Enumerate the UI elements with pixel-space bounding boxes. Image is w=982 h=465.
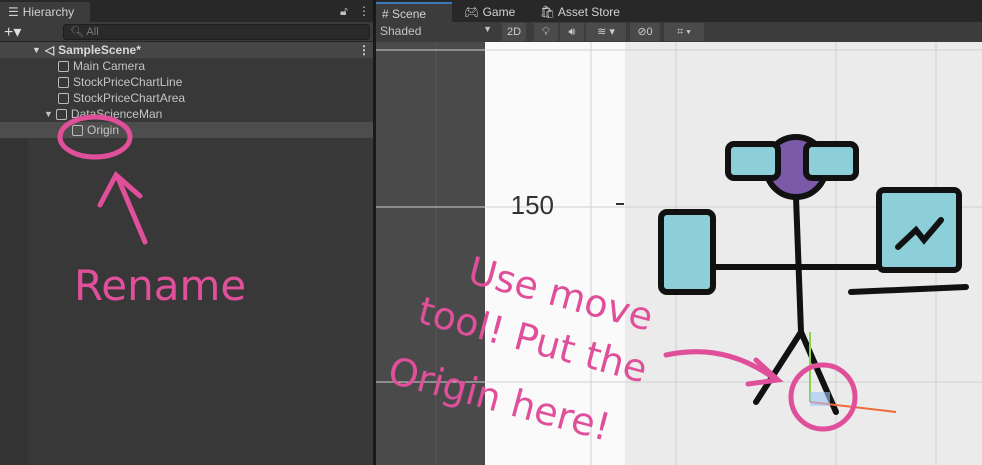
scene-canvas: 150 Use move tool! Put the Origin here! bbox=[376, 42, 982, 465]
circle-annotation bbox=[57, 114, 133, 160]
shading-dropdown[interactable]: Shaded ▼ bbox=[380, 24, 492, 38]
tab-asset-store[interactable]: 🛍︎ Asset Store bbox=[534, 2, 626, 22]
grid-icon: # bbox=[382, 7, 389, 21]
hierarchy-panel: ☰ Hierarchy 🔓︎ ⋮ +▾ 🔍︎ All ▼ ◁ SampleScene*… bbox=[0, 0, 373, 465]
2d-toggle[interactable]: 2D bbox=[502, 23, 526, 41]
scene-view[interactable]: 150 Use move tool! Put the Origin here! bbox=[376, 42, 982, 465]
scene-panel: # Scene 🎮︎ Game 🛍︎ Asset Store Shaded ▼ 2… bbox=[376, 0, 982, 465]
rename-annotation: Rename bbox=[74, 261, 246, 310]
gamepad-icon: 🎮︎ bbox=[464, 5, 480, 19]
grid-dropdown[interactable]: ⌗ ▾ bbox=[664, 23, 704, 41]
hidden-objects-toggle[interactable]: ⊘0 bbox=[630, 23, 660, 41]
axis-tick-label: 150 bbox=[511, 190, 554, 220]
bag-icon: 🛍︎ bbox=[540, 5, 556, 19]
arrow-annotation bbox=[97, 171, 148, 245]
annotation-layer: Rename bbox=[57, 114, 246, 310]
lighting-toggle[interactable]: 💡︎ bbox=[534, 23, 558, 41]
tab-scene[interactable]: # Scene bbox=[376, 2, 452, 22]
audio-toggle[interactable]: 🔊︎ bbox=[560, 23, 584, 41]
effects-dropdown[interactable]: ≋ ▾ bbox=[586, 23, 626, 41]
tab-game[interactable]: 🎮︎ Game bbox=[458, 2, 521, 22]
